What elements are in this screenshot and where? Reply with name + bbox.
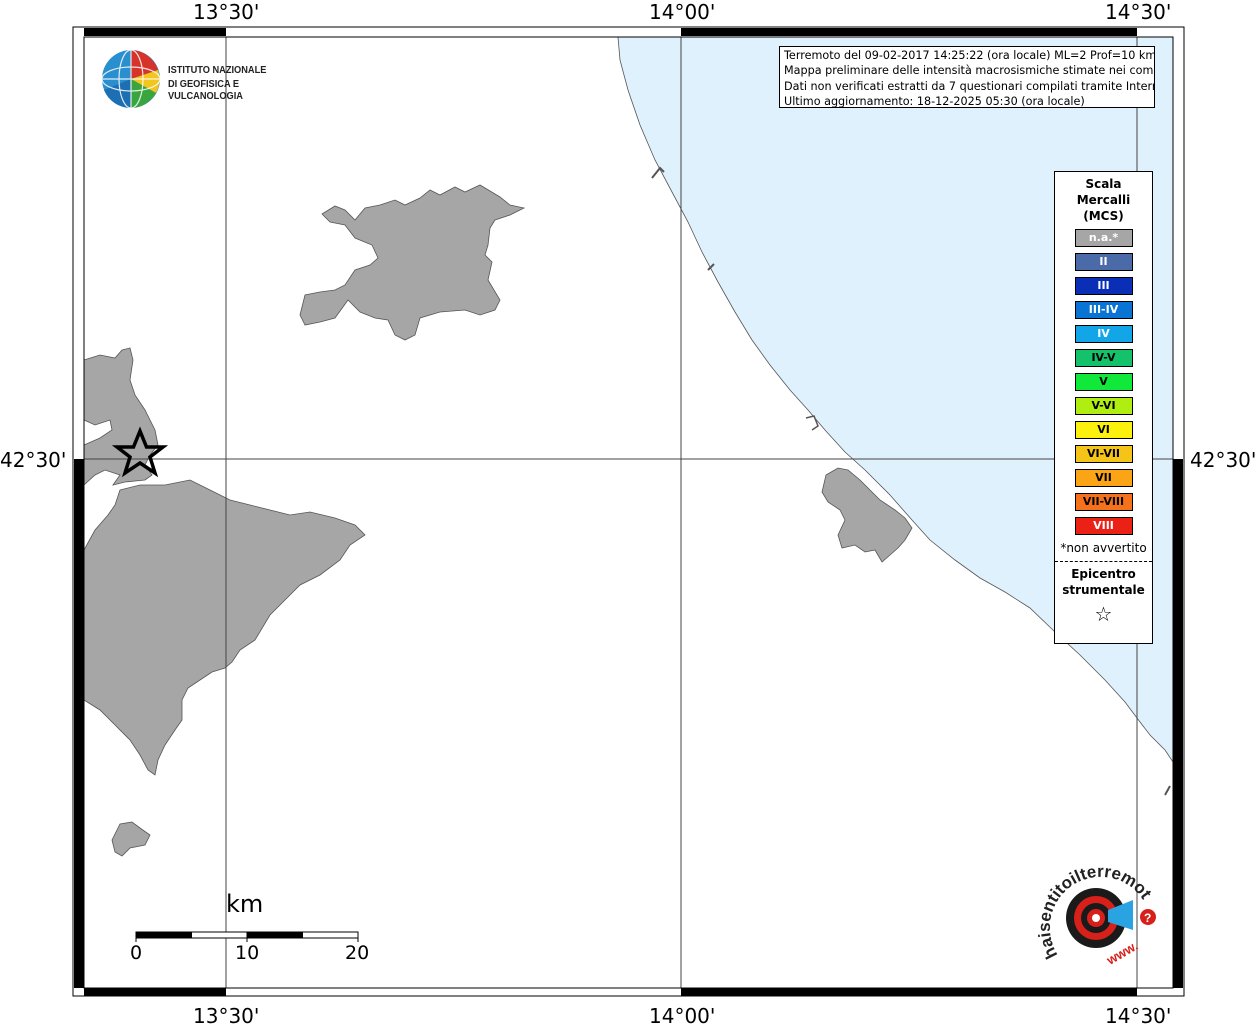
legend-divider <box>1055 561 1152 562</box>
svg-text:?: ? <box>1144 911 1151 925</box>
legend-item-9: VI-VII <box>1074 445 1133 463</box>
municipality-area-small <box>111 821 151 857</box>
scale-label-0: 0 <box>130 942 143 964</box>
haisentito-logo[interactable]: haisentitoilterremoto.it ? www. <box>1033 845 1168 975</box>
legend-item-10: VII <box>1074 469 1133 487</box>
lon-label-top-2: 14°00' <box>649 0 716 24</box>
legend-title: Scala Mercalli (MCS) <box>1055 176 1152 224</box>
legend-item-0: n.a.* <box>1074 229 1133 247</box>
legend-note: *non avvertito <box>1060 541 1147 555</box>
ingv-globe-icon <box>101 49 161 109</box>
legend-star-icon: ☆ <box>1094 602 1113 626</box>
lon-label-top-3: 14°30' <box>1105 0 1172 24</box>
municipality-area-south <box>83 479 366 776</box>
earthquake-info-box: Terremoto del 09-02-2017 14:25:22 (ora l… <box>779 46 1155 108</box>
legend-epicenter-line2: strumentale <box>1062 583 1145 597</box>
legend-item-12: VIII <box>1074 517 1133 535</box>
legend-item-1: II <box>1074 253 1133 271</box>
lon-label-top-1: 13°30' <box>193 0 260 24</box>
legend-item-8: VI <box>1074 421 1133 439</box>
ingv-logo-line1: ISTITUTO NAZIONALE <box>168 64 267 76</box>
legend-title-line2: Mercalli <box>1076 193 1131 207</box>
legend-title-line3: (MCS) <box>1083 209 1124 223</box>
info-line-4: Ultimo aggiornamento: 18-12-2025 05:30 (… <box>784 94 1085 108</box>
ingv-logo: ISTITUTO NAZIONALE DI GEOFISICA E VULCAN… <box>100 48 330 110</box>
legend-epicenter-line1: Epicentro <box>1071 567 1136 581</box>
lon-label-bottom-1: 13°30' <box>193 1004 260 1028</box>
scale-bar-title: km <box>226 890 264 918</box>
scale-label-20: 20 <box>345 942 370 964</box>
legend-title-line1: Scala <box>1085 177 1122 191</box>
municipality-area-west <box>83 347 159 486</box>
info-line-2: Mappa preliminare delle intensità macros… <box>784 64 1155 78</box>
legend-items: n.a.* II III III-IV IV IV-V V V-VI VI VI-VII VII VI… <box>1055 229 1152 535</box>
mcs-legend: Scala Mercalli (MCS) n.a.* II III III-IV IV I… <box>1054 171 1153 644</box>
ingv-logo-line2: DI GEOFISICA E VULCANOLOGIA <box>168 78 243 102</box>
legend-item-7: V-VI <box>1074 397 1133 415</box>
legend-item-4: IV <box>1074 325 1133 343</box>
legend-epicenter-label: Epicentro strumentale <box>1055 566 1152 598</box>
legend-item-3: III-IV <box>1074 301 1133 319</box>
lat-label-left: 42°30' <box>0 448 67 472</box>
municipality-area-north <box>299 184 526 341</box>
legend-item-2: III <box>1074 277 1133 295</box>
info-line-3: Dati non verificati estratti da 7 questi… <box>784 79 1155 93</box>
lon-label-bottom-3: 14°30' <box>1105 1004 1172 1028</box>
scale-bar: km 0 10 20 <box>130 890 375 970</box>
legend-item-6: V <box>1074 373 1133 391</box>
legend-item-11: VII-VIII <box>1074 493 1133 511</box>
legend-item-5: IV-V <box>1074 349 1133 367</box>
info-line-1: Terremoto del 09-02-2017 14:25:22 (ora l… <box>784 49 1155 62</box>
scale-label-10: 10 <box>235 942 260 964</box>
lat-label-right: 42°30' <box>1190 448 1256 472</box>
lon-label-bottom-2: 14°00' <box>649 1004 716 1028</box>
